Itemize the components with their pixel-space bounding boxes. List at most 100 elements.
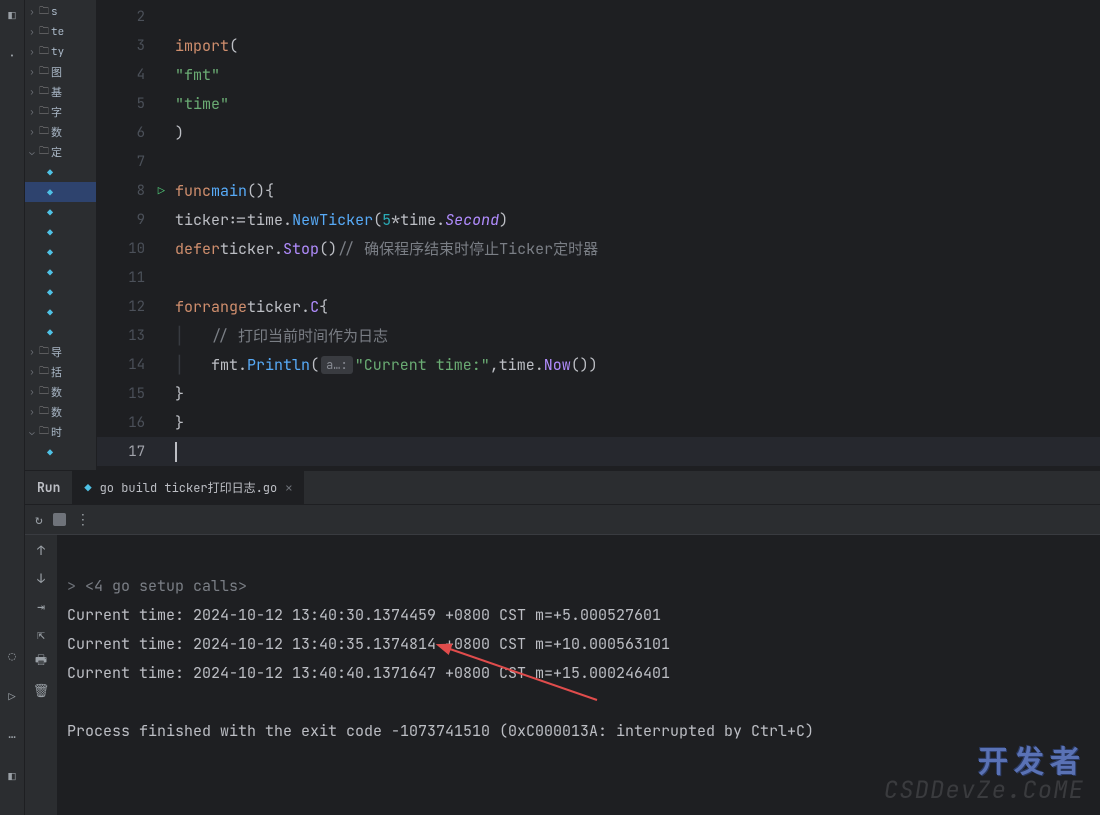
rerun-icon[interactable]: ↻: [35, 511, 43, 528]
tree-folder[interactable]: ⌄🗀定: [25, 142, 96, 162]
tree-folder[interactable]: ›🗀图: [25, 62, 96, 82]
folder-icon: 🗀: [39, 424, 49, 441]
line-number[interactable]: 9: [97, 205, 167, 234]
close-icon[interactable]: ✕: [285, 480, 292, 496]
tree-folder[interactable]: ›🗀s: [25, 2, 96, 22]
tree-file[interactable]: ◆: [25, 182, 96, 202]
chevron-icon[interactable]: ›: [27, 386, 37, 398]
line-number[interactable]: 5: [97, 89, 167, 118]
tree-label: 图: [51, 64, 62, 80]
tree-file[interactable]: ◆: [25, 242, 96, 262]
comment: // 打印当前时间作为日志: [211, 325, 388, 346]
chevron-icon[interactable]: ›: [27, 66, 37, 78]
run-title[interactable]: Run: [25, 479, 72, 496]
chevron-icon[interactable]: ›: [27, 406, 37, 418]
tree-label: s: [51, 5, 58, 19]
tree-file[interactable]: ◆: [25, 302, 96, 322]
line-number[interactable]: 14: [97, 350, 167, 379]
tree-file[interactable]: ◆: [25, 262, 96, 282]
tree-file[interactable]: ◆: [25, 202, 96, 222]
tree-folder[interactable]: ›🗀导: [25, 342, 96, 362]
tree-label: 数: [51, 404, 62, 420]
code-editor[interactable]: 2345678▷91011121314151617 import ( "fmt"…: [97, 0, 1100, 470]
line-number[interactable]: 4: [97, 60, 167, 89]
line-number[interactable]: 12: [97, 292, 167, 321]
chevron-icon[interactable]: ›: [27, 366, 37, 378]
var-ticker: ticker: [220, 239, 274, 259]
chevron-icon[interactable]: ›: [27, 126, 37, 138]
tree-label: ty: [51, 45, 64, 59]
run-gutter-icon[interactable]: ▷: [158, 183, 165, 199]
tree-folder[interactable]: ›🗀字: [25, 102, 96, 122]
tree-folder[interactable]: ›🗀数: [25, 382, 96, 402]
tree-folder[interactable]: ›🗀ty: [25, 42, 96, 62]
tool-icon[interactable]: ◧: [8, 6, 15, 26]
tree-file[interactable]: ◆: [25, 322, 96, 342]
tree-folder[interactable]: ›🗀括: [25, 362, 96, 382]
tree-folder[interactable]: ›🗀基: [25, 82, 96, 102]
run-tool-icon[interactable]: ▷: [8, 687, 15, 707]
line-number[interactable]: 17: [97, 437, 167, 466]
down-icon[interactable]: ↓: [37, 569, 45, 587]
line-number[interactable]: 11: [97, 263, 167, 292]
tree-label: 导: [51, 344, 62, 360]
var-ticker: ticker: [247, 297, 301, 317]
pkg-time: time: [247, 210, 283, 230]
chevron-icon[interactable]: ›: [27, 346, 37, 358]
code-lines[interactable]: import ( "fmt" "time" ) func main() { ti…: [167, 0, 1100, 470]
line-number[interactable]: 16: [97, 408, 167, 437]
print-icon[interactable]: 🖶: [35, 653, 47, 671]
line-number[interactable]: 7: [97, 147, 167, 176]
go-file-icon: ◆: [47, 326, 53, 339]
tree-label: 数: [51, 124, 62, 140]
folder-icon: 🗀: [39, 104, 49, 121]
line-number[interactable]: 15: [97, 379, 167, 408]
tree-folder[interactable]: ⌄🗀时: [25, 422, 96, 442]
run-side-toolbar: ↑ ↓ ⇥ ⇱ 🖶 🗑: [25, 535, 57, 815]
tree-folder[interactable]: ›🗀te: [25, 22, 96, 42]
tree-folder[interactable]: ›🗀数: [25, 402, 96, 422]
tree-label: 数: [51, 384, 62, 400]
line-number[interactable]: 2: [97, 2, 167, 31]
method-now: Now: [544, 355, 571, 375]
line-number[interactable]: 13: [97, 321, 167, 350]
chevron-icon[interactable]: ⌄: [27, 146, 37, 158]
console-output[interactable]: > <4 go setup calls> Current time: 2024-…: [57, 535, 1100, 815]
func-println: Println: [247, 355, 310, 375]
chevron-icon[interactable]: ›: [27, 106, 37, 118]
chevron-icon[interactable]: ›: [27, 46, 37, 58]
run-tabs: Run ◆ go build ticker打印日志.go ✕: [25, 471, 1100, 505]
scroll-icon[interactable]: ⇱: [37, 625, 45, 643]
tool-icon[interactable]: ⋯: [8, 727, 15, 747]
tool-icon[interactable]: ·: [8, 46, 15, 66]
folder-icon: 🗀: [39, 24, 49, 41]
tool-icon[interactable]: ◌: [8, 647, 15, 667]
chevron-icon[interactable]: ›: [27, 6, 37, 18]
pkg-time: time: [499, 355, 535, 375]
tree-file[interactable]: ◆: [25, 222, 96, 242]
project-tree[interactable]: ›🗀s›🗀te›🗀ty›🗀图›🗀基›🗀字›🗀数⌄🗀定◆◆◆◆◆◆◆◆◆›🗀导›🗀…: [25, 0, 97, 470]
tree-file[interactable]: ◆: [25, 282, 96, 302]
more-icon[interactable]: ⋮: [76, 511, 88, 529]
dot: .: [238, 355, 247, 375]
line-number[interactable]: 8▷: [97, 176, 167, 205]
tree-label: 括: [51, 364, 62, 380]
tool-icon[interactable]: ◧: [8, 767, 15, 787]
tree-folder[interactable]: ›🗀数: [25, 122, 96, 142]
line-number[interactable]: 3: [97, 31, 167, 60]
line-number[interactable]: 10: [97, 234, 167, 263]
trash-icon[interactable]: 🗑: [33, 681, 50, 699]
run-config-tab[interactable]: ◆ go build ticker打印日志.go ✕: [72, 471, 304, 504]
setup-calls-line[interactable]: <4 go setup calls>: [85, 576, 247, 596]
chevron-icon[interactable]: ›: [27, 26, 37, 38]
tree-file[interactable]: ◆: [25, 442, 96, 462]
chevron-icon[interactable]: ›: [27, 86, 37, 98]
up-icon[interactable]: ↑: [37, 541, 45, 559]
go-icon: ◆: [84, 480, 91, 496]
tree-file[interactable]: ◆: [25, 162, 96, 182]
line-number[interactable]: 6: [97, 118, 167, 147]
softwrap-icon[interactable]: ⇥: [37, 597, 45, 615]
chevron-icon[interactable]: ⌄: [27, 426, 37, 438]
stop-icon[interactable]: [53, 513, 66, 526]
assign: :=: [229, 210, 247, 230]
